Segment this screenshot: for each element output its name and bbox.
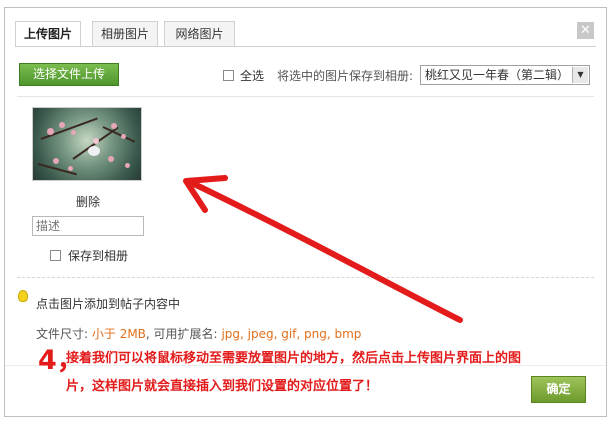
photo-description-input[interactable]: [32, 216, 144, 236]
select-file-upload-button[interactable]: 选择文件上传: [19, 63, 119, 86]
step-annotation-text: 接着我们可以将鼠标移动至需要放置图片的地方，然后点击上传图片界面上的图片，这样图…: [66, 351, 522, 394]
save-selected-to-album-label: 将选中的图片保存到相册:: [277, 69, 414, 83]
toolbar-divider: [17, 96, 594, 97]
ok-button[interactable]: 确定: [531, 376, 586, 403]
save-to-album-checkbox[interactable]: [50, 250, 61, 261]
delete-photo-link[interactable]: 删除: [76, 193, 100, 210]
select-all-label: 全选: [240, 69, 265, 83]
file-ext-label: , 可用扩展名:: [145, 327, 218, 341]
select-all-checkbox[interactable]: [223, 70, 234, 81]
section-divider: [17, 277, 594, 278]
file-size-value: 小于 2MB: [91, 327, 146, 341]
album-select[interactable]: 桃红又见一年春（第二辑） ▼: [420, 65, 590, 85]
tab-upload-image[interactable]: 上传图片: [15, 21, 81, 47]
uploaded-photo-thumbnail[interactable]: [32, 107, 142, 181]
file-info: 文件尺寸: 小于 2MB, 可用扩展名: jpg, jpeg, gif, png…: [36, 325, 361, 342]
file-ext-value: jpg, jpeg, gif, png, bmp: [221, 327, 362, 341]
tab-divider: [15, 46, 596, 47]
insert-tip-text: 点击图片添加到帖子内容中: [36, 297, 181, 311]
lightbulb-icon: [18, 290, 28, 302]
save-to-album-label: 保存到相册: [68, 249, 129, 263]
tab-album-images[interactable]: 相册图片: [92, 21, 158, 46]
close-icon[interactable]: ✕: [577, 22, 594, 39]
chevron-down-icon[interactable]: ▼: [572, 67, 588, 83]
tab-web-images[interactable]: 网络图片: [164, 21, 235, 46]
album-select-value: 桃红又见一年春（第二辑）: [425, 68, 570, 82]
